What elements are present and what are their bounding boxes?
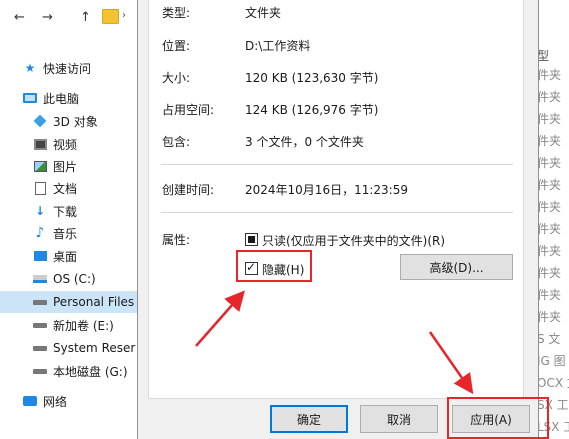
sidebar-item-label: Personal Files bbox=[53, 295, 135, 309]
created-label: 创建时间: bbox=[162, 183, 215, 197]
created-value: 2024年10月16日，11:23:59 bbox=[245, 183, 408, 197]
3d-objects-icon bbox=[32, 114, 48, 128]
computer-icon bbox=[22, 91, 38, 105]
documents-icon bbox=[32, 181, 48, 195]
attributes-label: 属性: bbox=[162, 233, 191, 247]
file-type-cell: 件夹 bbox=[537, 112, 562, 126]
file-type-cell: 件夹 bbox=[537, 222, 562, 236]
download-icon: ↓ bbox=[34, 204, 46, 218]
sidebar-item[interactable]: OS (C:) bbox=[0, 268, 148, 290]
drive-icon bbox=[32, 318, 48, 332]
file-type-cell: S 文 bbox=[537, 332, 561, 346]
file-type-cell: 件夹 bbox=[537, 244, 562, 258]
file-type-cell: IG 图 bbox=[537, 354, 566, 368]
sidebar-item[interactable]: 本地磁盘 (G:) bbox=[0, 360, 148, 382]
screenshot-root: ← → ↑ › ★ 快速访问此电脑 3D 对象视频图片文档 ↓ 下载 ♪ 音乐桌面 OS (C… bbox=[0, 0, 569, 439]
sidebar-item[interactable]: ♪ 音乐 bbox=[0, 222, 148, 244]
ok-button[interactable]: 确定 bbox=[270, 405, 348, 433]
os-drive-icon bbox=[32, 272, 48, 286]
back-icon[interactable]: ← bbox=[14, 10, 25, 25]
sidebar-item[interactable]: 视频 bbox=[0, 133, 148, 155]
size-value: 120 KB (123,630 字节) bbox=[245, 71, 379, 85]
file-type-cell: 件夹 bbox=[537, 288, 562, 302]
sidebar-item-label: 新加卷 (E:) bbox=[53, 318, 114, 333]
sidebar-item[interactable]: 图片 bbox=[0, 155, 148, 177]
sidebar-item[interactable]: 3D 对象 bbox=[0, 110, 148, 132]
file-type-cell: OCX 文 bbox=[537, 376, 569, 390]
file-type-cell: 件夹 bbox=[537, 200, 562, 214]
sidebar-item-label: 3D 对象 bbox=[53, 114, 98, 129]
up-icon[interactable]: ↑ bbox=[80, 10, 91, 25]
sidebar-item[interactable]: System Reser bbox=[0, 337, 148, 359]
location-label: 位置: bbox=[162, 39, 191, 53]
file-type-cell: 件夹 bbox=[537, 68, 562, 82]
cancel-button[interactable]: 取消 bbox=[360, 405, 438, 433]
file-type-cell: 件夹 bbox=[537, 266, 562, 280]
file-type-cell: 件夹 bbox=[537, 310, 562, 324]
chevron-right-icon[interactable]: › bbox=[122, 10, 126, 21]
file-type-cell: 件夹 bbox=[537, 134, 562, 148]
location-value: D:\工作资料 bbox=[245, 39, 311, 53]
sidebar-item[interactable]: 桌面 bbox=[0, 245, 148, 267]
drive-icon bbox=[32, 364, 48, 378]
drive-icon bbox=[32, 341, 48, 355]
contains-value: 3 个文件，0 个文件夹 bbox=[245, 135, 364, 149]
sidebar-item[interactable]: 网络 bbox=[0, 390, 148, 412]
readonly-checkbox-label[interactable]: 只读(仅应用于文件夹中的文件)(R) bbox=[262, 232, 445, 249]
forward-icon[interactable]: → bbox=[42, 10, 53, 25]
sidebar-item[interactable]: Personal Files bbox=[0, 291, 148, 313]
sidebar-item-label: System Reser bbox=[53, 341, 136, 355]
separator bbox=[161, 212, 513, 213]
explorer-nav-bar: ← → ↑ › bbox=[0, 0, 150, 40]
sidebar-item[interactable]: 文档 bbox=[0, 177, 148, 199]
hidden-highlight-box bbox=[236, 250, 312, 282]
file-type-cell: 件夹 bbox=[537, 156, 562, 170]
size-on-disk-value: 124 KB (126,976 字节) bbox=[245, 103, 379, 117]
folder-icon bbox=[102, 9, 119, 24]
pictures-icon bbox=[32, 159, 48, 173]
sidebar-item-label: 图片 bbox=[53, 159, 78, 174]
type-label: 类型: bbox=[162, 6, 191, 20]
sidebar-item-label: 桌面 bbox=[53, 249, 78, 264]
file-type-cell: 件夹 bbox=[537, 178, 562, 192]
network-icon bbox=[22, 394, 38, 408]
properties-dialog: 类型: 文件夹 位置: D:\工作资料 大小: 120 KB (123,630 … bbox=[137, 0, 539, 439]
contains-label: 包含: bbox=[162, 135, 191, 149]
sidebar-item-label: 视频 bbox=[53, 137, 78, 152]
sidebar-item-label: 网络 bbox=[43, 394, 68, 409]
sidebar-item-label: 下载 bbox=[53, 204, 78, 219]
size-label: 大小: bbox=[162, 71, 191, 85]
music-icon: ♪ bbox=[35, 225, 45, 241]
sidebar-item-label: 本地磁盘 (G:) bbox=[53, 364, 128, 379]
separator bbox=[161, 164, 513, 165]
general-tab-panel: 类型: 文件夹 位置: D:\工作资料 大小: 120 KB (123,630 … bbox=[148, 0, 524, 399]
sidebar-item-label: 音乐 bbox=[53, 226, 78, 241]
file-type-cell: 件夹 bbox=[537, 90, 562, 104]
star-icon: ★ bbox=[24, 61, 36, 75]
sidebar-item[interactable]: 新加卷 (E:) bbox=[0, 314, 148, 336]
sidebar-item[interactable]: ↓ 下载 bbox=[0, 200, 148, 222]
apply-highlight-box bbox=[447, 397, 549, 439]
sidebar-item-label: OS (C:) bbox=[53, 272, 96, 286]
sidebar-item-label: 此电脑 bbox=[43, 91, 80, 106]
size-on-disk-label: 占用空间: bbox=[162, 103, 215, 117]
desktop-icon bbox=[32, 249, 48, 263]
type-value: 文件夹 bbox=[245, 6, 282, 20]
sidebar-item[interactable]: ★ 快速访问 bbox=[0, 57, 148, 79]
advanced-button[interactable]: 高级(D)... bbox=[400, 254, 513, 280]
readonly-checkbox[interactable] bbox=[245, 233, 258, 246]
sidebar-item-label: 文档 bbox=[53, 181, 78, 196]
drive-icon bbox=[32, 295, 48, 309]
video-icon bbox=[32, 137, 48, 151]
sidebar-item[interactable]: 此电脑 bbox=[0, 87, 148, 109]
sidebar-item-label: 快速访问 bbox=[43, 61, 92, 76]
